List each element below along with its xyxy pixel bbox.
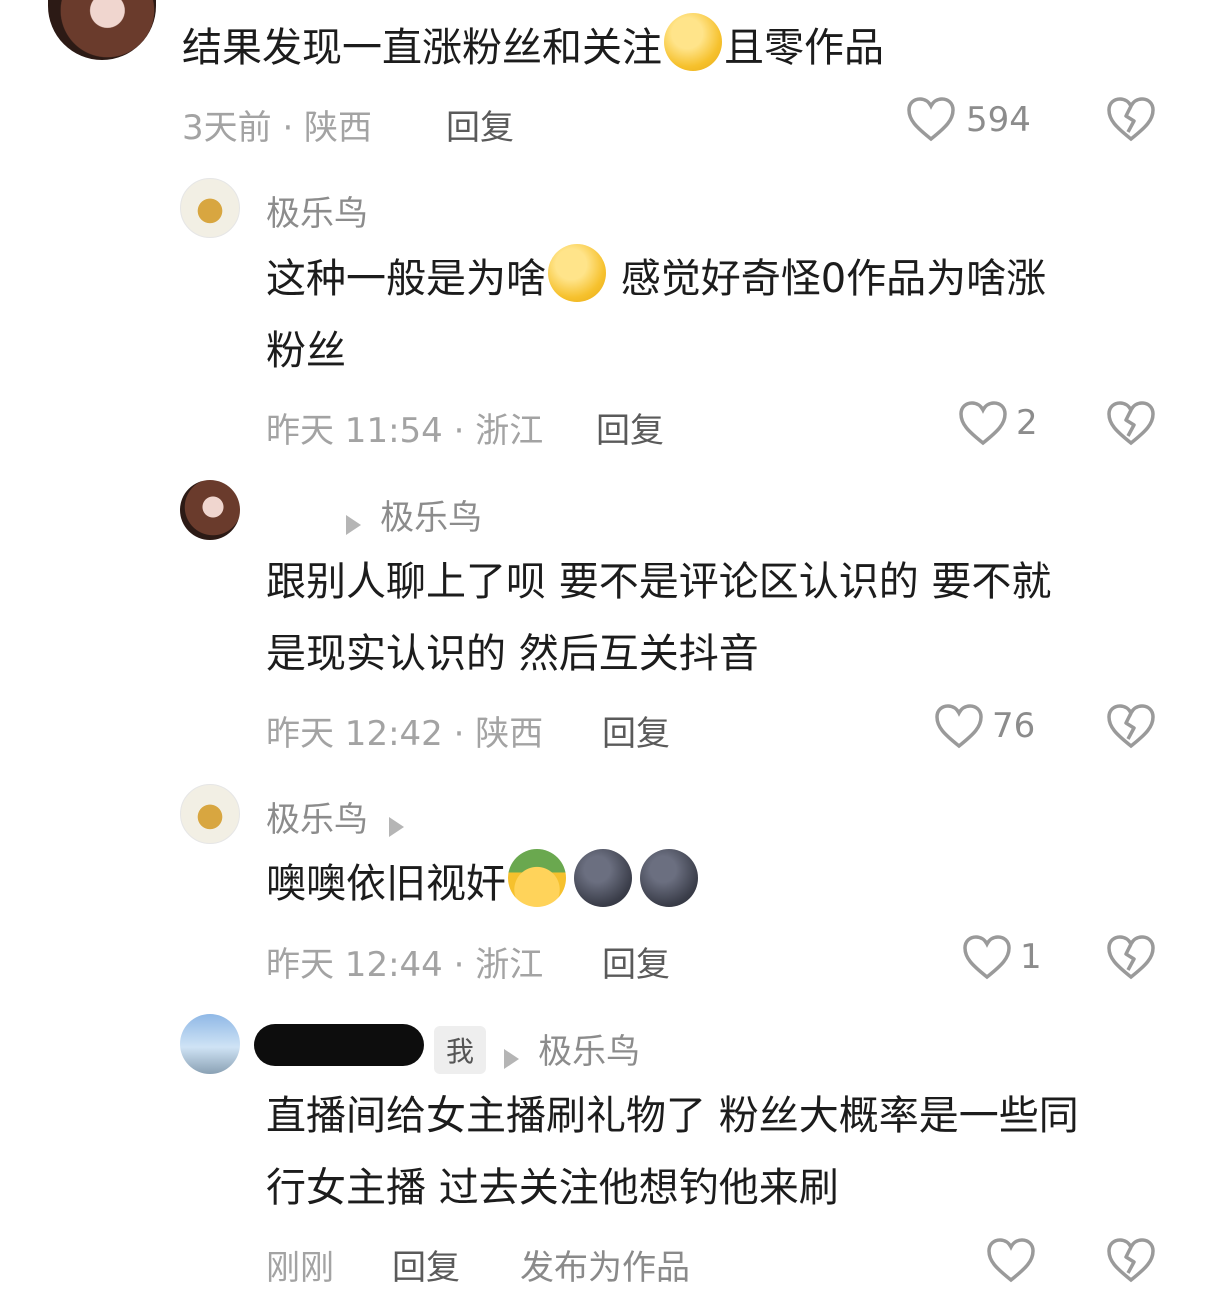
username-row: 极乐鸟 <box>266 792 405 841</box>
redacted-username <box>254 1024 424 1066</box>
reply-target: 极乐鸟 <box>504 1024 640 1073</box>
like-count: 76 <box>992 706 1036 746</box>
dizzy-face-emoji-icon <box>548 244 606 302</box>
avatar[interactable] <box>180 178 240 238</box>
author-badge: 我 <box>434 1026 487 1074</box>
comment-text: 直播间给女主播刷礼物了 粉丝大概率是一些同 行女主播 过去关注他想钓他来刷 <box>266 1093 1079 1211</box>
comment-meta: 3天前 · 陕西 <box>182 108 373 148</box>
broken-heart-icon[interactable] <box>1106 96 1156 142</box>
comment-text: 噢噢依旧视奸 <box>266 848 700 920</box>
heart-outline-icon[interactable] <box>962 934 1012 980</box>
broken-heart-icon[interactable] <box>1106 400 1156 446</box>
broken-heart-icon[interactable] <box>1106 703 1156 749</box>
comment-text: 跟别人聊上了呗 要不是评论区认识的 要不就 是现实认识的 然后互关抖音 <box>266 559 1052 677</box>
reply-button[interactable]: 回复 <box>446 100 514 149</box>
like-count: 2 <box>1016 403 1038 443</box>
play-arrow-icon <box>389 816 405 837</box>
username[interactable]: 极乐鸟 <box>266 800 368 840</box>
play-arrow-icon <box>504 1048 519 1069</box>
soldier-face-emoji-icon <box>508 849 566 907</box>
reply-target: 极乐鸟 <box>346 490 482 539</box>
heart-outline-icon[interactable] <box>986 1237 1036 1283</box>
new-moon-face-emoji-icon <box>574 849 632 907</box>
new-moon-face-emoji-icon <box>640 849 698 907</box>
reply-button[interactable]: 回复 <box>392 1240 460 1289</box>
broken-heart-icon[interactable] <box>1106 934 1156 980</box>
like-count: 594 <box>966 100 1031 140</box>
reply-button[interactable]: 回复 <box>602 706 670 755</box>
comment-meta: 昨天 12:42 · 陕西 <box>266 714 544 754</box>
publish-as-post-button[interactable]: 发布为作品 <box>520 1240 690 1289</box>
heart-outline-icon[interactable] <box>958 400 1008 446</box>
avatar[interactable] <box>180 1014 240 1074</box>
avatar[interactable] <box>180 784 240 844</box>
comment-meta: 昨天 11:54 · 浙江 <box>266 411 544 451</box>
comment-meta: 刚刚 <box>266 1248 334 1288</box>
broken-heart-icon[interactable] <box>1106 1237 1156 1283</box>
comment-text: 结果发现一直涨粉丝和关注 且零作品 <box>182 12 884 84</box>
avatar[interactable] <box>180 480 240 540</box>
play-arrow-icon <box>346 514 361 535</box>
heart-outline-icon[interactable] <box>934 703 984 749</box>
username[interactable]: 极乐鸟 <box>266 186 368 235</box>
reply-button[interactable]: 回复 <box>596 403 664 452</box>
comment-meta: 昨天 12:44 · 浙江 <box>266 945 544 985</box>
like-count: 1 <box>1020 937 1042 977</box>
thinking-emoji-icon <box>664 13 722 71</box>
avatar[interactable] <box>48 0 156 60</box>
comment-text: 这种一般是为啥 感觉好奇怪0作品为啥涨 粉丝 <box>266 243 1166 387</box>
heart-outline-icon[interactable] <box>906 96 956 142</box>
reply-button[interactable]: 回复 <box>602 937 670 986</box>
